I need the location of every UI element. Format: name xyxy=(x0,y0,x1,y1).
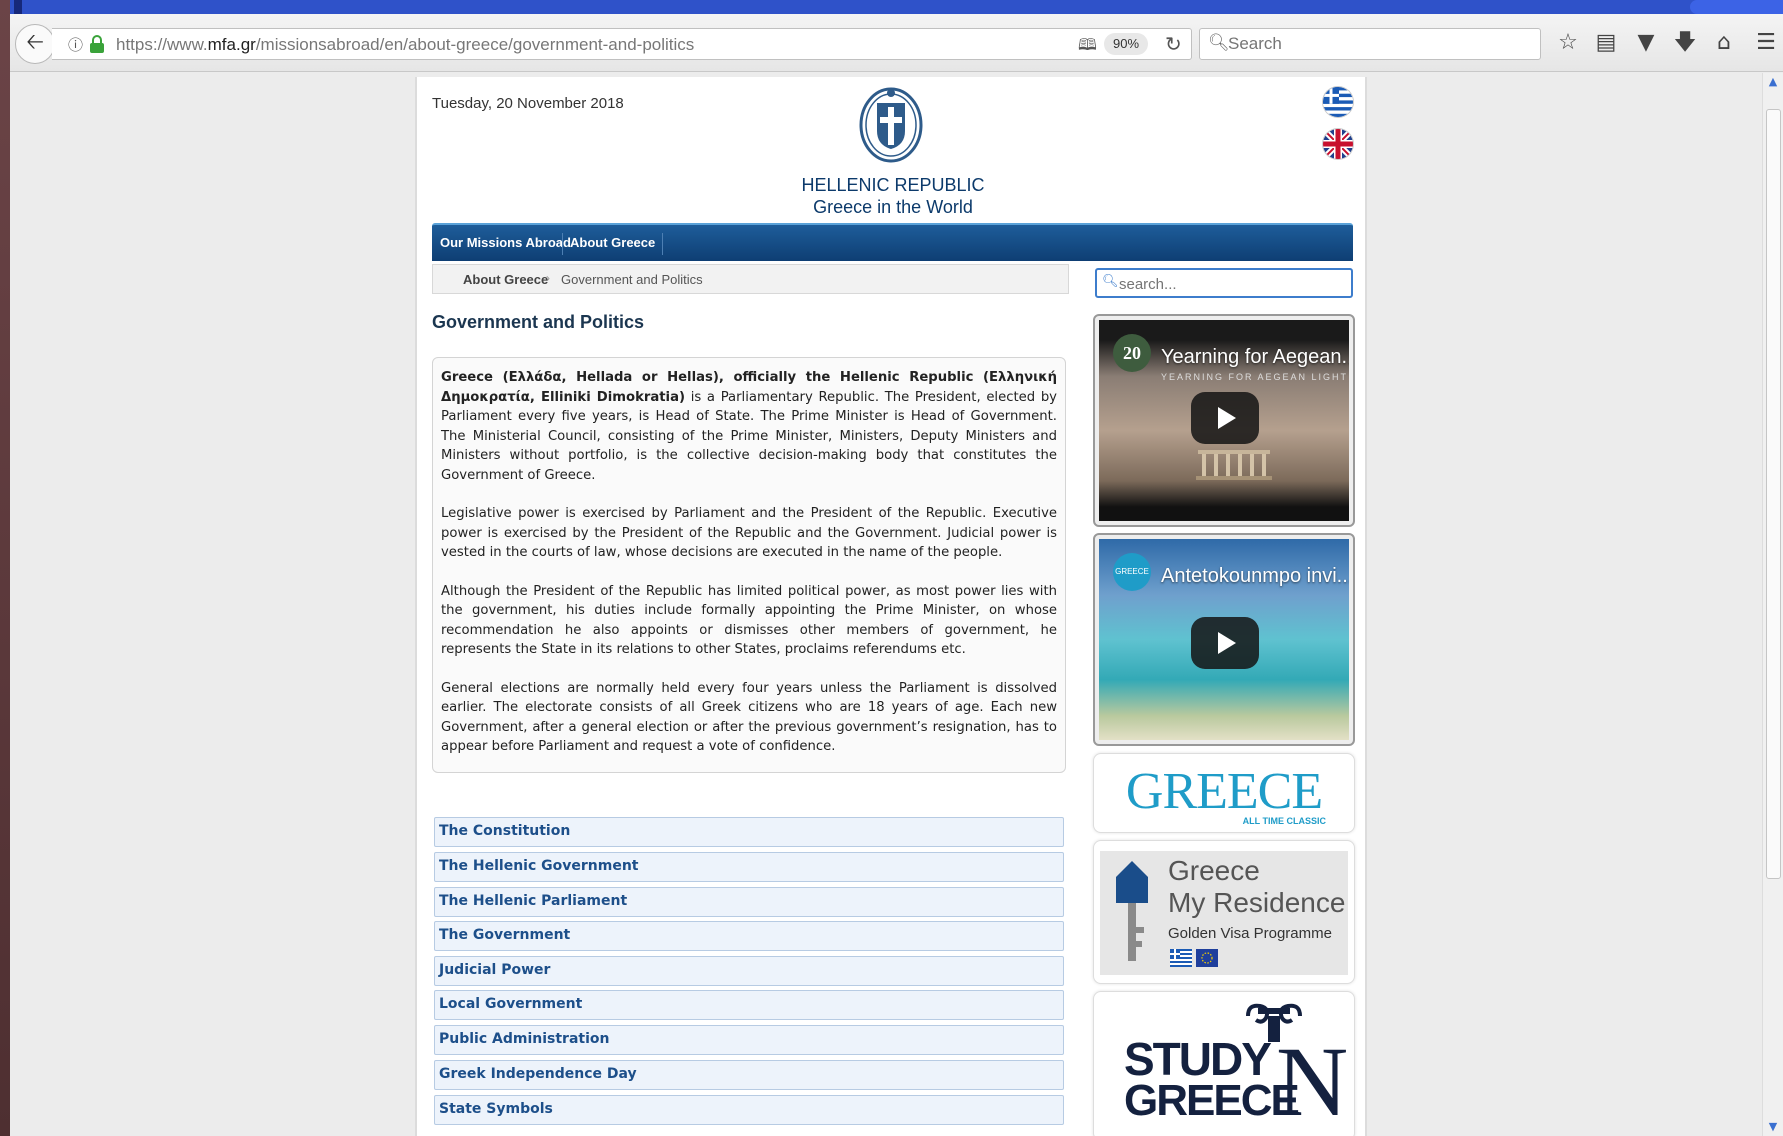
reload-icon[interactable]: ↻ xyxy=(1165,32,1182,56)
section-link-state-symbols[interactable]: State Symbols xyxy=(434,1095,1064,1125)
greece-word: GREECE xyxy=(1124,1076,1300,1125)
article-paragraph: Although the President of the Republic h… xyxy=(441,583,1057,658)
greece-my-residence-banner[interactable]: Greece My Residence Golden Visa Programm… xyxy=(1093,840,1355,984)
channel-avatar[interactable]: GREECE xyxy=(1113,553,1151,591)
residence-title-line1: Greece xyxy=(1168,855,1260,886)
menu-separator xyxy=(662,233,663,255)
house-key-icon xyxy=(1116,861,1148,961)
video-embed-aegean[interactable]: 20 Yearning for Aegean... YEARNING FOR A… xyxy=(1093,314,1355,527)
scroll-up-icon[interactable]: ▲ xyxy=(1766,75,1780,89)
video-title[interactable]: Antetokounmpo invi... xyxy=(1161,565,1349,588)
greek-eu-flags-icon xyxy=(1170,949,1218,967)
current-date: Tuesday, 20 November 2018 xyxy=(432,95,624,112)
greek-flag-icon[interactable] xyxy=(1323,87,1353,117)
download-icon[interactable]: 🡇 xyxy=(1671,29,1699,57)
section-link-government[interactable]: The Government xyxy=(434,921,1064,951)
search-icon: 🔍︎ xyxy=(1208,33,1230,53)
breadcrumb-current: Government and Politics xyxy=(561,272,703,287)
menu-item-about-greece[interactable]: About Greece xyxy=(570,235,655,250)
play-icon xyxy=(1218,407,1236,429)
info-icon[interactable]: ⓘ xyxy=(68,34,83,55)
url-text[interactable]: https://www.mfa.gr/missionsabroad/en/abo… xyxy=(116,35,694,55)
article-text: Greece (Ελλάδα, Hellada or Hellas), offi… xyxy=(432,357,1066,773)
bookmarks-list-icon[interactable]: ▤ xyxy=(1592,29,1620,57)
breadcrumb-about-greece[interactable]: About Greece xyxy=(463,272,548,287)
menu-icon[interactable]: ☰ xyxy=(1752,29,1780,57)
browser-search-bar[interactable]: 🔍︎ xyxy=(1199,28,1541,60)
zoom-level-badge[interactable]: 90% xyxy=(1104,33,1148,55)
chevron-right-icon: › xyxy=(546,271,550,285)
parthenon-icon xyxy=(1196,450,1272,480)
banner-greece-logo: GREECE xyxy=(1125,763,1323,820)
page-content: Tuesday, 20 November 2018 HELLENIC REPUB… xyxy=(415,77,1367,1136)
url-host: mfa.gr xyxy=(207,35,256,54)
in-letter: N xyxy=(1276,1026,1349,1136)
site-search-input[interactable] xyxy=(1119,274,1349,294)
section-link-independence-day[interactable]: Greek Independence Day xyxy=(434,1060,1064,1090)
url-path: /missionsabroad/en/about-greece/governme… xyxy=(255,35,695,54)
pocket-icon[interactable]: ▼ xyxy=(1632,29,1660,57)
section-link-public-administration[interactable]: Public Administration xyxy=(434,1025,1064,1055)
back-arrow-icon: 🡠 xyxy=(26,30,44,55)
main-menu-bar: Our Missions Abroad About Greece xyxy=(432,223,1353,261)
article-paragraph: General elections are normally held ever… xyxy=(441,680,1057,755)
section-link-hellenic-parliament[interactable]: The Hellenic Parliament xyxy=(434,887,1064,917)
browser-window: 🡠 ⓘ https://www.mfa.gr/missionsabroad/en… xyxy=(10,0,1783,1136)
video-embed-antetokounmpo[interactable]: GREECE Antetokounmpo invi... xyxy=(1093,533,1355,746)
residence-title-line2: My Residence xyxy=(1168,887,1346,918)
residence-panel: Greece My Residence Golden Visa Programm… xyxy=(1100,851,1348,975)
play-icon xyxy=(1218,632,1236,654)
tab-strip-edge xyxy=(14,0,22,14)
republic-title: HELLENIC REPUBLIC xyxy=(801,175,985,195)
banner-greece-tagline: ALL TIME CLASSIC xyxy=(1242,816,1326,826)
article-paragraph: Greece (Ελλάδα, Hellada or Hellas), offi… xyxy=(441,368,1057,485)
scroll-down-icon[interactable]: ▼ xyxy=(1766,1120,1780,1134)
address-bar[interactable]: ⓘ https://www.mfa.gr/missionsabroad/en/a… xyxy=(52,28,1192,60)
vertical-scrollbar[interactable]: ▲ ▼ xyxy=(1762,73,1783,1136)
tab-strip xyxy=(10,0,1783,14)
page-viewport: Tuesday, 20 November 2018 HELLENIC REPUB… xyxy=(10,73,1762,1136)
bookmark-star-icon[interactable]: ☆ xyxy=(1554,29,1582,57)
play-button[interactable] xyxy=(1191,617,1259,669)
back-button[interactable]: 🡠 xyxy=(15,24,55,64)
greece-all-time-classic-banner[interactable]: GREECE ALL TIME CLASSIC xyxy=(1093,753,1355,833)
video-title[interactable]: Yearning for Aegean... xyxy=(1161,346,1349,369)
navigation-toolbar: 🡠 ⓘ https://www.mfa.gr/missionsabroad/en… xyxy=(10,14,1783,72)
section-link-local-government[interactable]: Local Government xyxy=(434,990,1064,1020)
site-search[interactable]: 🔍︎ xyxy=(1095,268,1353,298)
lock-icon[interactable] xyxy=(90,35,104,53)
video-subtitle: YEARNING FOR AEGEAN LIGHT xyxy=(1161,372,1349,382)
menu-separator xyxy=(562,233,563,255)
site-subtitle: Greece in the World xyxy=(813,197,973,217)
article-paragraph: Legislative power is exercised by Parlia… xyxy=(441,506,1057,560)
browser-search-input[interactable] xyxy=(1228,33,1528,55)
section-link-hellenic-government[interactable]: The Hellenic Government xyxy=(434,852,1064,882)
scrollbar-thumb[interactable] xyxy=(1766,109,1781,879)
section-link-judicial-power[interactable]: Judicial Power xyxy=(434,956,1064,986)
url-prefix: https://www. xyxy=(116,35,208,54)
reader-view-icon[interactable]: 🕮 xyxy=(1078,34,1097,61)
page-title: Government and Politics xyxy=(432,312,645,332)
play-button[interactable] xyxy=(1191,392,1259,444)
channel-avatar[interactable]: 20 xyxy=(1113,334,1151,372)
search-icon: 🔍︎ xyxy=(1102,274,1119,289)
residence-programme: Golden Visa Programme xyxy=(1168,925,1332,942)
hellenic-coat-of-arms-icon xyxy=(859,87,923,163)
study-in-greece-banner[interactable]: STUDY GREECE N xyxy=(1093,991,1355,1136)
tab-strip-button[interactable] xyxy=(1690,0,1783,14)
uk-flag-icon[interactable] xyxy=(1323,129,1353,159)
home-icon[interactable]: ⌂ xyxy=(1710,29,1738,57)
section-link-constitution[interactable]: The Constitution xyxy=(434,817,1064,847)
menu-item-our-missions-abroad[interactable]: Our Missions Abroad xyxy=(440,235,571,250)
breadcrumb: About Greece › Government and Politics xyxy=(432,264,1069,294)
